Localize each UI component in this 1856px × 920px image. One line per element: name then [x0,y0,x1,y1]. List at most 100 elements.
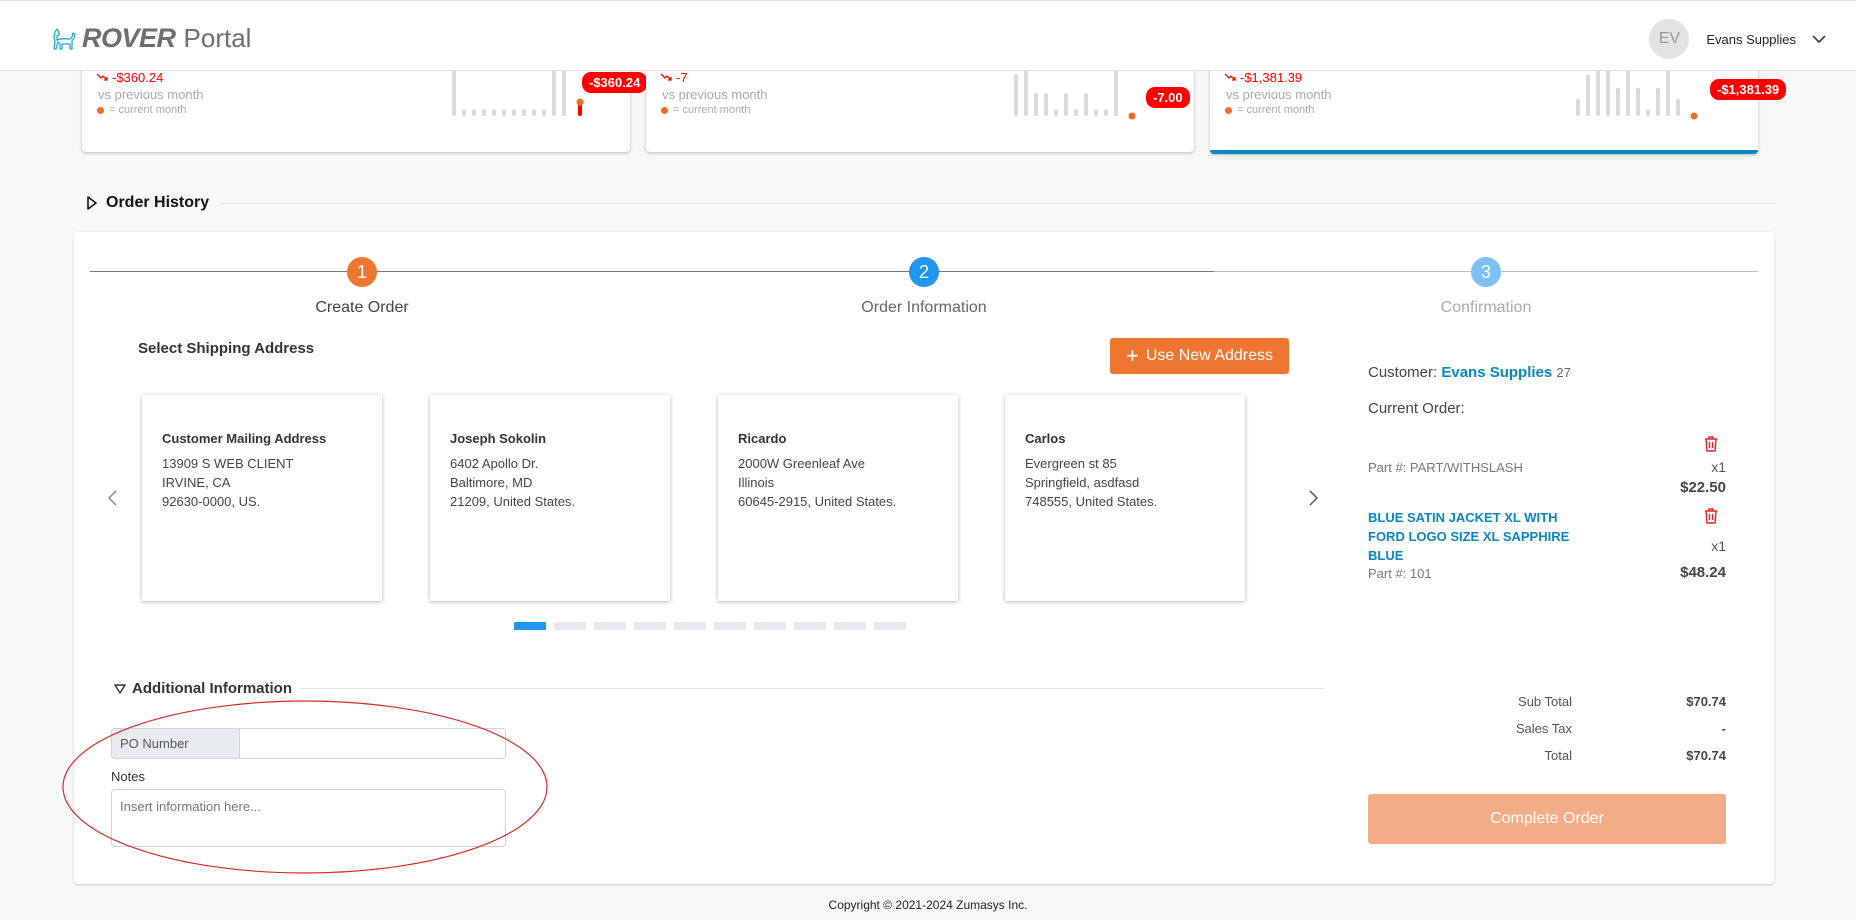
step-order-information[interactable]: 2 Order Information [774,257,1074,317]
tax-value: - [1721,721,1726,736]
plus-icon: + [1125,343,1139,368]
address-line: 60645-2915, United States. [738,494,897,509]
carousel-page-indicator[interactable] [874,622,906,630]
trend-down-icon [1225,73,1236,81]
sparkline-current-dot [576,98,584,106]
carousel-page-indicator[interactable] [594,622,626,630]
chevron-right-icon[interactable] [1306,488,1320,508]
step-label: Create Order [315,299,409,316]
triangle-down-icon [114,683,126,694]
complete-order-button[interactable]: Complete Order [1368,794,1726,844]
kpi-delta: -$360.24 [97,70,163,85]
use-new-address-button[interactable]: + Use New Address [1110,338,1289,374]
address-line: 21209, United States. [450,494,576,509]
carousel-page-indicator[interactable] [834,622,866,630]
step-label: Order Information [861,299,987,316]
total-row: Total $70.74 [1368,748,1726,775]
customer-info: Customer: Evans Supplies 27 [1368,364,1571,381]
total-value: $70.74 [1686,748,1726,763]
subtotal-value: $70.74 [1686,694,1726,709]
item-price: $48.24 [1680,564,1726,581]
sparkline-current-dot [1128,112,1136,120]
item-price: $22.50 [1680,479,1726,496]
use-new-address-label: Use New Address [1145,347,1274,364]
order-panel: 1 Create Order 2 Order Information 3 Con… [62,232,1774,884]
order-item: Part #: PART/WITHSLASH x1 $22.50 [1368,436,1726,496]
brand-subtitle: Portal [183,23,252,53]
address-card[interactable]: Joseph Sokolin 6402 Apollo Dr. Baltimore… [430,395,670,601]
kpi-card[interactable]: -$360.24 vs previous month = current mon… [82,60,648,152]
additional-info-toggle[interactable]: Additional Information [114,680,1324,697]
carousel-page-indicator[interactable] [754,622,786,630]
address-line: 6402 Apollo Dr. [450,456,539,471]
user-name[interactable]: Evans Supplies [1706,32,1796,47]
part-number: Part #: 101 [1368,566,1432,581]
step-create-order[interactable]: 1 Create Order [212,257,512,317]
address-card[interactable]: Ricardo 2000W Greenleaf Ave Illinois 606… [718,395,958,601]
triangle-right-icon [87,196,97,210]
kpi-delta: -$1,381.39 [1225,70,1302,85]
tax-row: Sales Tax - [1368,721,1726,748]
carousel-page-indicator[interactable] [554,622,586,630]
customer-name-link[interactable]: Evans Supplies [1441,364,1552,381]
kpi-legend: = current month [661,104,750,116]
carousel-page-indicator[interactable] [634,622,666,630]
carousel-page-indicator[interactable] [714,622,746,630]
order-totals: Sub Total $70.74 Sales Tax - Total $70.7… [1368,694,1726,775]
carousel-page-indicator[interactable] [794,622,826,630]
subtotal-label: Sub Total [1518,694,1572,709]
item-quantity: x1 [1711,459,1726,475]
kpi-vs-label: vs previous month [1226,87,1332,102]
address-line: Evergreen st 85 [1025,456,1117,471]
order-history-title: Order History [106,194,210,211]
trash-icon[interactable] [1704,436,1718,452]
address-line: Illinois [738,475,775,490]
current-month-dot-icon [1225,106,1232,114]
address-card[interactable]: Carlos Evergreen st 85 Springfield, asdf… [1005,395,1245,601]
dog-logo-icon [53,27,76,50]
order-history-toggle[interactable]: Order History [86,194,1776,212]
brand-logo[interactable]: ROVER Portal [52,23,251,54]
kpi-vs-label: vs previous month [662,87,768,102]
address-card[interactable]: Customer Mailing Address 13909 S WEB CLI… [142,395,382,601]
kpi-card[interactable]: -$1,381.39 vs previous month = current m… [1210,60,1787,154]
trash-icon[interactable] [1704,508,1718,524]
address-line: 92630-0000, US. [162,494,261,509]
product-name-link[interactable]: BLUE SATIN JACKET XL WITH FORD LOGO SIZE… [1368,508,1578,565]
po-number-input[interactable] [240,729,505,758]
item-quantity: x1 [1711,538,1726,554]
kpi-vs-label: vs previous month [98,87,204,102]
divider [299,688,1324,689]
carousel-page-indicator[interactable] [674,622,706,630]
avatar[interactable]: EV [1649,19,1690,59]
address-line: IRVINE, CA [162,475,231,490]
additional-info-title: Additional Information [132,680,292,697]
address-line: Springfield, asdfasd [1025,475,1140,490]
footer-copyright: Copyright © 2021-2024 Zumasys Inc. [828,898,1028,912]
top-navbar: ROVER Portal EV Evans Supplies [0,0,1856,71]
kpi-delta-value: -$360.24 [112,70,164,85]
sparkline-current-dot [1690,112,1698,120]
total-label: Total [1544,748,1572,763]
step-confirmation[interactable]: 3 Confirmation [1336,257,1636,317]
address-line: 13909 S WEB CLIENT [162,456,294,471]
step-label: Confirmation [1440,299,1532,316]
step-number: 3 [1471,257,1501,287]
address-name: Customer Mailing Address [162,431,327,446]
kpi-legend: = current month [97,104,186,116]
notes-textarea[interactable] [111,789,506,847]
shipping-title: Select Shipping Address [138,340,315,357]
po-number-group: PO Number [111,728,506,759]
chevron-down-icon[interactable] [1812,32,1826,46]
trend-down-icon [97,73,108,81]
carousel-page-indicator[interactable] [514,622,546,630]
kpi-delta-value: -7 [676,70,688,85]
trend-down-icon [661,73,672,81]
kpi-badge: -$1,381.39 [1710,79,1787,100]
address-name: Carlos [1025,431,1066,446]
user-menu[interactable]: EV Evans Supplies [1649,19,1826,59]
tax-label: Sales Tax [1515,721,1572,736]
kpi-card[interactable]: -7 vs previous month = current month -7.… [646,60,1194,152]
chevron-left-icon[interactable] [106,488,120,508]
annotation-ellipse [62,700,548,874]
